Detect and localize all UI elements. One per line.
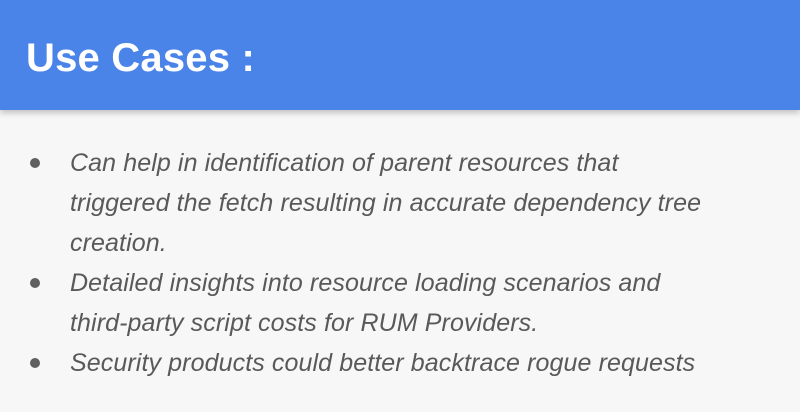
slide-content: Can help in identification of parent res…: [0, 143, 800, 383]
bullet-dot-icon: [30, 158, 40, 168]
bullet-line: triggered the fetch resulting in accurat…: [70, 189, 702, 217]
bullet-line: third-party script costs for RUM Provide…: [70, 309, 539, 337]
bullet-line: Security products could better backtrace…: [70, 349, 696, 377]
bullet-list: Can help in identification of parent res…: [0, 143, 800, 383]
bullet-line: Can help in identification of parent res…: [70, 149, 619, 177]
slide-title: Use Cases :: [26, 36, 255, 80]
bullet-dot-icon: [30, 278, 40, 288]
slide: Use Cases : Can help in identification o…: [0, 0, 800, 412]
bullet-item-loading-insights: Detailed insights into resource loading …: [0, 263, 770, 343]
bullet-dot-icon: [30, 358, 40, 368]
bullet-item-parent-resources: Can help in identification of parent res…: [0, 143, 770, 263]
bullet-line: creation.: [70, 229, 167, 257]
bullet-item-security-products: Security products could better backtrace…: [0, 343, 770, 383]
bullet-line: Detailed insights into resource loading …: [70, 269, 661, 297]
slide-header: Use Cases :: [0, 0, 800, 110]
